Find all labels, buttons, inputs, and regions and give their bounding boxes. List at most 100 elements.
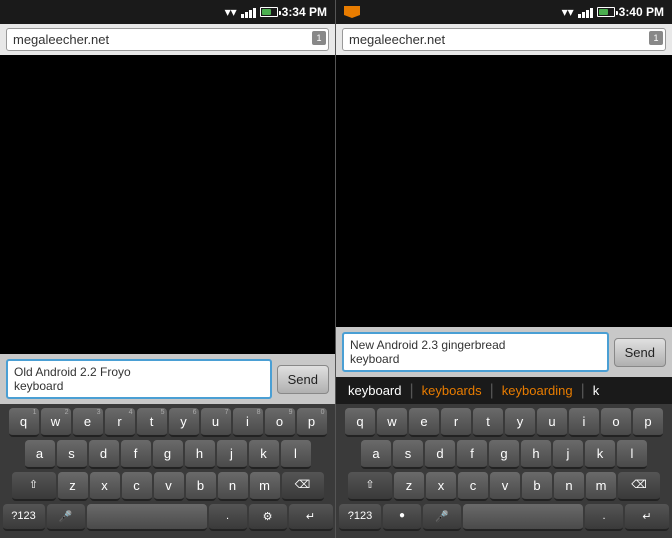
right-key-o[interactable]: o bbox=[601, 408, 631, 437]
right-key-w[interactable]: w bbox=[377, 408, 407, 437]
key-w[interactable]: w2 bbox=[41, 408, 71, 437]
suggestion-4[interactable]: k bbox=[587, 381, 606, 400]
right-key-shift[interactable]: ⇧ bbox=[348, 472, 392, 501]
key-a[interactable]: a bbox=[25, 440, 55, 469]
left-url-input[interactable]: megaleecher.net 1 bbox=[6, 28, 329, 51]
key-t[interactable]: t5 bbox=[137, 408, 167, 437]
key-y[interactable]: y6 bbox=[169, 408, 199, 437]
suggestion-1[interactable]: keyboard bbox=[342, 381, 407, 400]
right-key-e[interactable]: e bbox=[409, 408, 439, 437]
right-key-backspace[interactable]: ⌫ bbox=[618, 472, 660, 501]
right-key-period[interactable]: . bbox=[585, 504, 623, 531]
key-j[interactable]: j bbox=[217, 440, 247, 469]
key-h[interactable]: h bbox=[185, 440, 215, 469]
right-key-l[interactable]: l bbox=[617, 440, 647, 469]
left-key-row-1: q1 w2 e3 r4 t5 y6 u7 i8 o9 p0 bbox=[2, 408, 333, 437]
key-backspace[interactable]: ⌫ bbox=[282, 472, 324, 501]
wifi-icon: ▾▾ bbox=[225, 5, 237, 19]
right-key-s[interactable]: s bbox=[393, 440, 423, 469]
key-f[interactable]: f bbox=[121, 440, 151, 469]
key-v[interactable]: v bbox=[154, 472, 184, 501]
left-key-row-4: ?123 🎤 . ⚙ ↵ bbox=[2, 504, 333, 531]
right-key-q[interactable]: q bbox=[345, 408, 375, 437]
right-key-enter[interactable]: ↵ bbox=[625, 504, 669, 531]
right-url-input[interactable]: megaleecher.net 1 bbox=[342, 28, 666, 51]
right-key-f[interactable]: f bbox=[457, 440, 487, 469]
key-o[interactable]: o9 bbox=[265, 408, 295, 437]
key-settings[interactable]: ⚙ bbox=[249, 504, 287, 531]
key-g[interactable]: g bbox=[153, 440, 183, 469]
key-i[interactable]: i8 bbox=[233, 408, 263, 437]
right-battery-icon bbox=[597, 7, 615, 17]
right-key-k[interactable]: k bbox=[585, 440, 615, 469]
key-k[interactable]: k bbox=[249, 440, 279, 469]
right-key-a[interactable]: a bbox=[361, 440, 391, 469]
left-compose-input[interactable]: Old Android 2.2 Froyo keyboard bbox=[6, 359, 272, 399]
right-signal-icon bbox=[578, 6, 593, 18]
key-s[interactable]: s bbox=[57, 440, 87, 469]
key-d[interactable]: d bbox=[89, 440, 119, 469]
key-u[interactable]: u7 bbox=[201, 408, 231, 437]
right-key-v[interactable]: v bbox=[490, 472, 520, 501]
right-browser-bar: megaleecher.net 1 bbox=[336, 24, 672, 55]
notification-icon bbox=[344, 6, 360, 18]
right-tab-badge: 1 bbox=[649, 31, 663, 45]
right-key-row-2: a s d f g h j k l bbox=[338, 440, 670, 469]
right-status-bar: ▾▾ 3:40 PM bbox=[336, 0, 672, 24]
suggestion-2[interactable]: keyboards bbox=[416, 381, 488, 400]
left-tab-badge: 1 bbox=[312, 31, 326, 45]
key-enter[interactable]: ↵ bbox=[289, 504, 333, 531]
right-key-camera[interactable]: ● bbox=[383, 504, 421, 531]
right-key-p[interactable]: p bbox=[633, 408, 663, 437]
key-space[interactable] bbox=[87, 504, 207, 531]
left-browser-content bbox=[0, 55, 335, 354]
right-key-c[interactable]: c bbox=[458, 472, 488, 501]
right-keyboard: q w e r t y u i o p a s d f g h j k l ⇧ … bbox=[336, 404, 672, 538]
left-browser-bar: megaleecher.net 1 bbox=[0, 24, 335, 55]
signal-icon bbox=[241, 6, 256, 18]
right-key-d[interactable]: d bbox=[425, 440, 455, 469]
left-send-button[interactable]: Send bbox=[277, 365, 329, 394]
left-time: 3:34 PM bbox=[282, 5, 327, 19]
right-key-x[interactable]: x bbox=[426, 472, 456, 501]
left-phone-panel: ▾▾ 3:34 PM megaleecher.net 1 Old Android… bbox=[0, 0, 336, 538]
right-key-u[interactable]: u bbox=[537, 408, 567, 437]
key-shift[interactable]: ⇧ bbox=[12, 472, 56, 501]
key-p[interactable]: p0 bbox=[297, 408, 327, 437]
right-key-n[interactable]: n bbox=[554, 472, 584, 501]
right-key-row-4: ?123 ● 🎤 . ↵ bbox=[338, 504, 670, 531]
key-num-sym[interactable]: ?123 bbox=[3, 504, 45, 531]
key-m[interactable]: m bbox=[250, 472, 280, 501]
key-period[interactable]: . bbox=[209, 504, 247, 531]
key-b[interactable]: b bbox=[186, 472, 216, 501]
key-l[interactable]: l bbox=[281, 440, 311, 469]
key-q[interactable]: q1 bbox=[9, 408, 39, 437]
right-key-g[interactable]: g bbox=[489, 440, 519, 469]
key-x[interactable]: x bbox=[90, 472, 120, 501]
key-e[interactable]: e3 bbox=[73, 408, 103, 437]
right-compose-input[interactable]: New Android 2.3 gingerbread keyboard bbox=[342, 332, 609, 372]
right-key-m[interactable]: m bbox=[586, 472, 616, 501]
key-r[interactable]: r4 bbox=[105, 408, 135, 437]
right-send-button[interactable]: Send bbox=[614, 338, 666, 367]
key-c[interactable]: c bbox=[122, 472, 152, 501]
right-key-mic[interactable]: 🎤 bbox=[423, 504, 461, 531]
right-key-r[interactable]: r bbox=[441, 408, 471, 437]
right-key-z[interactable]: z bbox=[394, 472, 424, 501]
right-key-y[interactable]: y bbox=[505, 408, 535, 437]
suggestion-bar: keyboard | keyboards | keyboarding | k bbox=[336, 377, 672, 404]
right-key-t[interactable]: t bbox=[473, 408, 503, 437]
key-z[interactable]: z bbox=[58, 472, 88, 501]
left-key-row-2: a s d f g h j k l bbox=[2, 440, 333, 469]
suggestion-3[interactable]: keyboarding bbox=[496, 381, 579, 400]
right-key-j[interactable]: j bbox=[553, 440, 583, 469]
right-key-b[interactable]: b bbox=[522, 472, 552, 501]
right-phone-panel: ▾▾ 3:40 PM megaleecher.net 1 New Android… bbox=[336, 0, 672, 538]
right-key-num-sym[interactable]: ?123 bbox=[339, 504, 381, 531]
right-key-i[interactable]: i bbox=[569, 408, 599, 437]
right-key-space[interactable] bbox=[463, 504, 583, 531]
key-n[interactable]: n bbox=[218, 472, 248, 501]
key-mic[interactable]: 🎤 bbox=[47, 504, 85, 531]
right-key-h[interactable]: h bbox=[521, 440, 551, 469]
right-compose-bar: New Android 2.3 gingerbread keyboard Sen… bbox=[336, 327, 672, 377]
